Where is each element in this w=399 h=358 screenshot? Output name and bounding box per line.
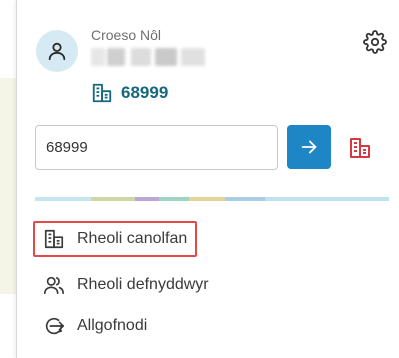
background-panel bbox=[0, 78, 17, 294]
building-icon bbox=[92, 83, 112, 103]
menu-item-manage-centre[interactable]: Rheoli canolfan bbox=[33, 221, 198, 257]
welcome-text: Croeso Nôl bbox=[91, 27, 162, 43]
account-dropdown: Croeso Nôl 68999 68999 Rheoli canolfan R… bbox=[16, 0, 399, 358]
divider bbox=[35, 197, 389, 201]
centre-search-input[interactable] bbox=[35, 125, 278, 170]
menu-item-label: Allgofnodi bbox=[77, 317, 148, 334]
gear-icon[interactable] bbox=[363, 30, 387, 54]
menu-item-label: Rheoli defnyddwyr bbox=[77, 276, 209, 293]
redacted-user-name bbox=[91, 48, 207, 66]
users-icon bbox=[44, 276, 64, 295]
menu-item-manage-users[interactable]: Rheoli defnyddwyr bbox=[35, 267, 217, 303]
arrow-right-icon bbox=[301, 140, 317, 154]
page: Croeso Nôl 68999 68999 Rheoli canolfan R… bbox=[0, 0, 399, 358]
building-icon bbox=[44, 229, 64, 249]
current-centre: 68999 bbox=[91, 82, 168, 104]
building-icon[interactable] bbox=[348, 136, 372, 160]
menu-item-label: Rheoli canolfan bbox=[77, 230, 188, 247]
centre-number: 68999 bbox=[121, 83, 169, 102]
user-icon bbox=[48, 42, 66, 61]
avatar bbox=[36, 30, 78, 72]
menu-item-logout[interactable]: Allgofnodi bbox=[35, 308, 155, 344]
go-button[interactable] bbox=[287, 125, 331, 169]
logout-icon bbox=[45, 317, 64, 335]
